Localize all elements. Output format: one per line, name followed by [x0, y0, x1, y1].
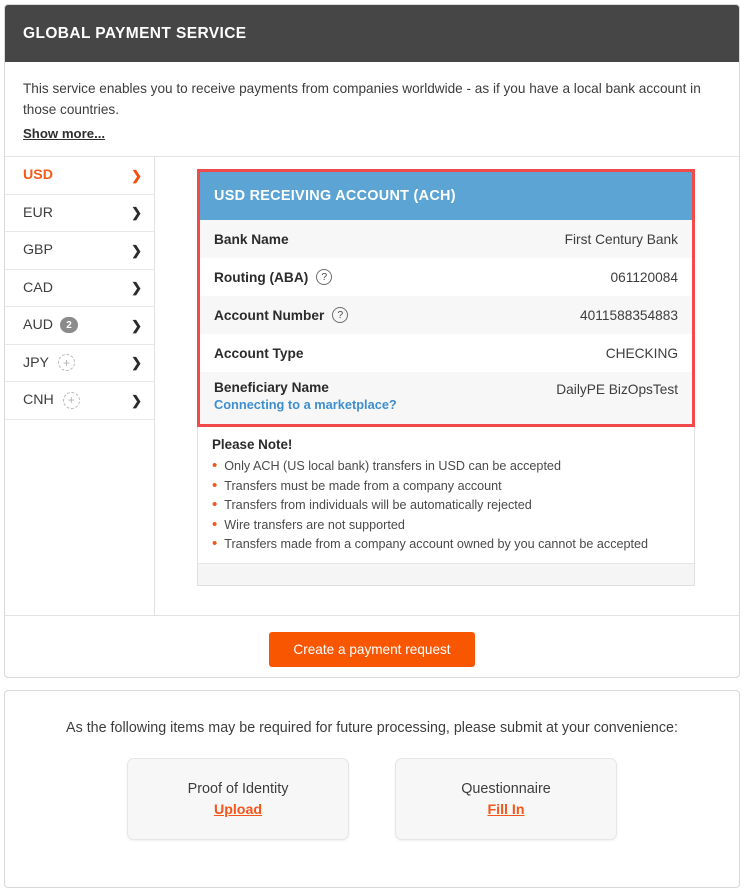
- note-list-item: • Transfers must be made from a company a…: [212, 477, 680, 497]
- page-title: GLOBAL PAYMENT SERVICE: [23, 24, 247, 42]
- currency-label: CNH: [23, 392, 54, 409]
- global-payment-service-page: GLOBAL PAYMENT SERVICE This service enab…: [0, 0, 744, 893]
- currency-row-usd[interactable]: USD ❯: [5, 157, 154, 195]
- note-item-text: Transfers made from a company account ow…: [224, 537, 649, 551]
- chevron-right-icon: ❯: [131, 317, 142, 333]
- note-list-item: • Only ACH (US local bank) transfers in U…: [212, 457, 680, 477]
- add-currency-plus-icon[interactable]: +: [62, 391, 80, 409]
- account-detail-row: Bank Name First Century Bank: [200, 220, 692, 258]
- account-detail-key-wrap: Beneficiary Name Connecting to a marketpl…: [214, 380, 397, 412]
- account-detail-label-text: Routing (ABA): [214, 269, 309, 285]
- account-detail-label: Routing (ABA)?: [214, 269, 333, 285]
- currency-row-aud[interactable]: AUD 2 ❯: [5, 307, 154, 345]
- currency-label: GBP: [23, 242, 53, 259]
- help-question-icon[interactable]: ?: [316, 269, 333, 285]
- bullet-icon: •: [212, 496, 218, 513]
- document-title: Questionnaire: [461, 780, 551, 797]
- payment-service-card: GLOBAL PAYMENT SERVICE This service enab…: [4, 4, 740, 678]
- account-detail-value: CHECKING: [605, 345, 678, 361]
- account-detail-label: Beneficiary Name: [214, 380, 397, 395]
- note-item-text: Wire transfers are not supported: [224, 517, 405, 532]
- note-title: Please Note!: [212, 437, 293, 452]
- account-detail-row: Account Type CHECKING: [200, 334, 692, 372]
- account-panel-title: USD RECEIVING ACCOUNT (ACH): [214, 188, 456, 204]
- account-detail-row: Routing (ABA)? 061120084: [200, 258, 692, 296]
- account-detail-label: Account Number?: [214, 307, 349, 323]
- intro-section: This service enables you to receive paym…: [5, 62, 739, 157]
- account-detail-key-wrap: Bank Name: [214, 232, 289, 247]
- note-list-item: • Transfers made from a company account o…: [212, 535, 680, 555]
- cta-area: Create a payment request: [5, 615, 739, 682]
- account-detail-value: DailyPE BizOpsTest: [556, 382, 678, 397]
- currency-row-gbp[interactable]: GBP ❯: [5, 232, 154, 270]
- currency-row-cnh[interactable]: CNH + ❯: [5, 382, 154, 420]
- note-item-text: Only ACH (US local bank) transfers in US…: [224, 459, 561, 473]
- account-detail-label: Bank Name: [214, 232, 289, 247]
- currency-sidebar: USD ❯ EUR ❯ GBP ❯ CAD ❯ AUD 2 ❯ JPY + ❯ CNH + ❯: [5, 157, 155, 615]
- bullet-icon: •: [212, 476, 218, 494]
- note-list: • Only ACH (US local bank) transfers in U…: [212, 457, 680, 555]
- account-detail-label: Account Type: [214, 346, 303, 361]
- add-currency-plus-icon[interactable]: +: [58, 354, 76, 372]
- documents-inner: As the following items may be required f…: [5, 691, 739, 840]
- documents-row: Proof of Identity Upload Questionnaire Fill…: [35, 758, 709, 840]
- chevron-right-icon: ❯: [131, 355, 142, 371]
- account-detail-key-wrap: Account Number?: [214, 307, 349, 323]
- currency-label: EUR: [23, 204, 53, 221]
- document-card[interactable]: Questionnaire Fill In: [395, 758, 617, 840]
- note-list-item: • Transfers from individuals will be auto…: [212, 496, 680, 516]
- currency-count-badge: 2: [59, 317, 78, 334]
- receiving-account-panel: USD RECEIVING ACCOUNT (ACH) Bank Name Fir…: [197, 169, 695, 427]
- account-details-list: Bank Name First Century Bank Routing (ABA)…: [200, 220, 692, 424]
- account-detail-row: Account Number? 4011588354883: [200, 296, 692, 334]
- currency-label: AUD: [23, 317, 53, 334]
- chevron-right-icon: ❯: [131, 280, 142, 296]
- account-detail-value: 4011588354883: [580, 307, 678, 323]
- currency-row-eur[interactable]: EUR ❯: [5, 195, 154, 232]
- card-header: GLOBAL PAYMENT SERVICE: [5, 5, 739, 62]
- connecting-to-marketplace-link[interactable]: Connecting to a marketplace?: [214, 397, 397, 412]
- account-detail-label-text: Bank Name: [214, 231, 289, 247]
- note-list-item: • Wire transfers are not supported: [212, 516, 680, 536]
- document-action-link[interactable]: Upload: [214, 802, 262, 818]
- chevron-right-icon: ❯: [131, 392, 142, 408]
- create-payment-request-button[interactable]: Create a payment request: [269, 631, 475, 667]
- currency-label: CAD: [23, 279, 53, 296]
- chevron-right-icon: ❯: [131, 167, 142, 183]
- note-item-text: Transfers from individuals will be autom…: [224, 498, 532, 512]
- please-note-box: Please Note! • Only ACH (US local bank) t…: [197, 427, 695, 586]
- currency-label: USD: [23, 167, 53, 184]
- account-detail-key-wrap: Account Type: [214, 346, 303, 361]
- document-title: Proof of Identity: [187, 780, 289, 797]
- bullet-icon: •: [212, 515, 218, 533]
- chevron-right-icon: ❯: [131, 205, 142, 221]
- account-detail-label-text: Account Number: [214, 307, 325, 323]
- help-question-icon[interactable]: ?: [332, 307, 349, 323]
- account-detail-key-wrap: Routing (ABA)?: [214, 269, 333, 285]
- bullet-icon: •: [212, 457, 218, 474]
- documents-note: As the following items may be required f…: [66, 720, 678, 736]
- show-more-link[interactable]: Show more...: [23, 126, 105, 141]
- account-detail-label-text: Beneficiary Name: [214, 380, 329, 395]
- required-documents-card: As the following items may be required f…: [4, 690, 740, 888]
- currency-row-jpy[interactable]: JPY + ❯: [5, 345, 154, 382]
- bullet-icon: •: [212, 535, 218, 552]
- currency-label: JPY: [23, 354, 50, 371]
- account-detail-value: First Century Bank: [564, 231, 678, 247]
- currency-row-cad[interactable]: CAD ❯: [5, 270, 154, 307]
- chevron-right-icon: ❯: [131, 242, 142, 258]
- account-content: USD RECEIVING ACCOUNT (ACH) Bank Name Fir…: [155, 157, 739, 615]
- account-panel-header: USD RECEIVING ACCOUNT (ACH): [200, 172, 692, 220]
- account-detail-value: 061120084: [610, 269, 679, 285]
- body-split: USD ❯ EUR ❯ GBP ❯ CAD ❯ AUD 2 ❯ JPY + ❯ CNH + ❯ USD RECE…: [5, 157, 739, 615]
- document-card[interactable]: Proof of Identity Upload: [127, 758, 349, 840]
- note-item-text: Transfers must be made from a company ac…: [224, 478, 502, 493]
- account-detail-row: Beneficiary Name Connecting to a marketpl…: [200, 372, 692, 424]
- document-action-link[interactable]: Fill In: [487, 802, 524, 818]
- intro-description: This service enables you to receive paym…: [23, 81, 701, 117]
- note-footer-strip: [198, 562, 694, 585]
- account-detail-label-text: Account Type: [214, 345, 304, 361]
